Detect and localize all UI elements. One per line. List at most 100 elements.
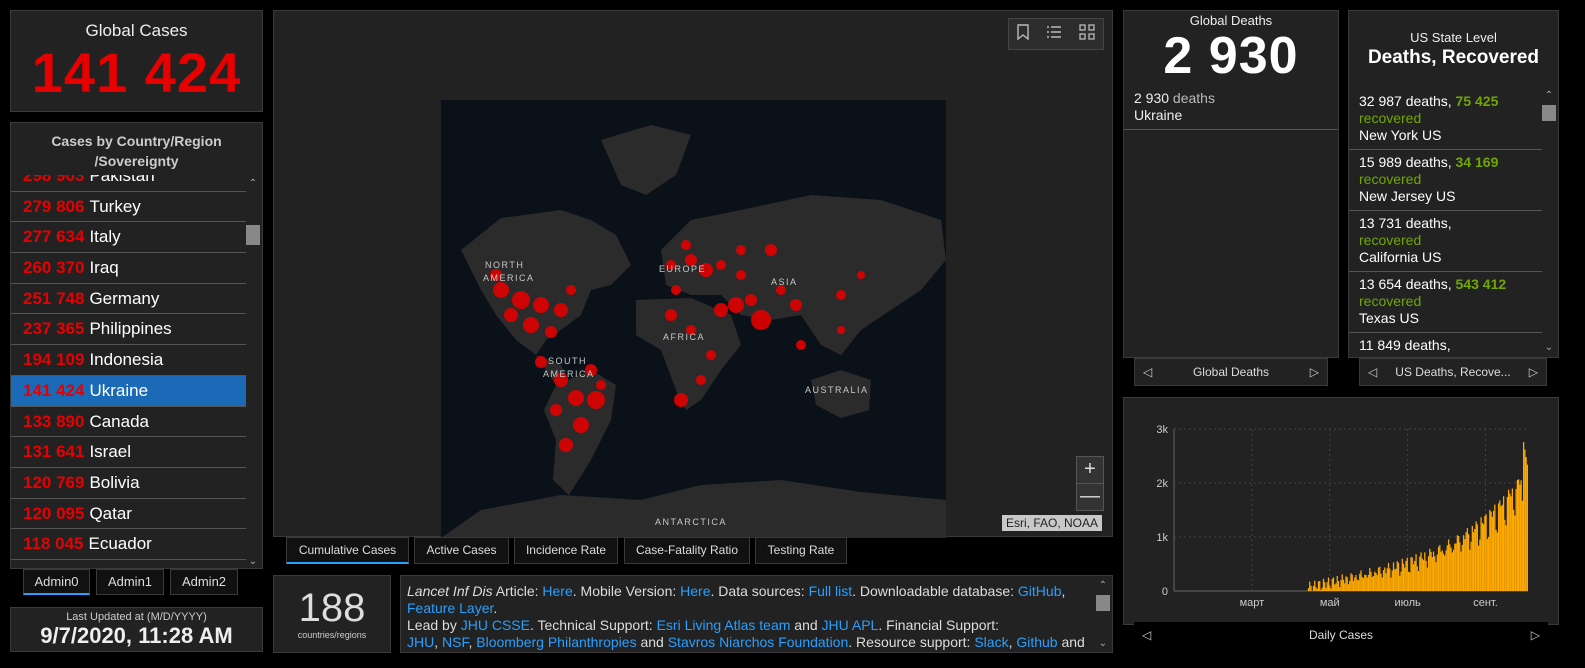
link-bloomberg[interactable]: Bloomberg Philanthropies	[476, 634, 636, 650]
us-recovered-label: recovered	[1359, 171, 1422, 187]
tab-case-fatality-ratio[interactable]: Case-Fatality Ratio	[624, 537, 750, 564]
country-row[interactable]: 131 641 Israel	[11, 437, 246, 468]
country-row[interactable]: 194 109 Indonesia	[11, 345, 246, 376]
tab-active-cases[interactable]: Active Cases	[414, 537, 509, 564]
bookmark-icon[interactable]	[1017, 24, 1030, 44]
us-state-scrollbar[interactable]: ⌃ ⌄	[1542, 89, 1556, 355]
zoom-in-button[interactable]: +	[1076, 456, 1104, 484]
chart-bar	[1447, 539, 1450, 591]
chart-bar	[1449, 544, 1451, 591]
link-full-list[interactable]: Full list	[809, 583, 853, 599]
chart-bar	[1472, 532, 1475, 591]
tab-admin2[interactable]: Admin2	[170, 569, 238, 595]
link-jhu[interactable]: JHU	[407, 634, 434, 650]
info-text-part: . Data sources:	[710, 583, 809, 599]
map-label: AMERICA	[543, 369, 595, 379]
chart-bar	[1325, 587, 1327, 591]
world-map[interactable]: NORTH AMERICA EUROPE ASIA AFRICA SOUTH A…	[441, 100, 946, 538]
country-row[interactable]: 298 903 Pakistan	[11, 175, 246, 192]
link-stavros-niarchos[interactable]: Stavros Niarchos Foundation	[668, 634, 849, 650]
chart-bar	[1466, 528, 1468, 591]
us-state-row[interactable]: 15 989 deaths, 34 169 recovered New Jersey…	[1349, 150, 1542, 211]
chart-bar	[1366, 577, 1368, 591]
link-nsf[interactable]: NSF	[442, 634, 468, 650]
scroll-up-icon[interactable]: ⌃	[246, 177, 260, 191]
link-mobile[interactable]: Here	[680, 583, 710, 599]
scroll-down-icon[interactable]: ⌄	[246, 555, 260, 569]
chart-bar	[1341, 574, 1343, 591]
scroll-thumb[interactable]	[1542, 105, 1556, 121]
link-github[interactable]: GitHub	[1018, 583, 1062, 599]
tab-admin0[interactable]: Admin0	[23, 569, 90, 595]
info-scrollbar[interactable]: ⌃ ⌄	[1096, 579, 1110, 651]
us-state-row[interactable]: 32 987 deaths, 75 425 recovered New York U…	[1349, 89, 1542, 150]
scroll-up-icon[interactable]: ⌃	[1096, 579, 1110, 593]
next-arrow-icon[interactable]: ▷	[1531, 622, 1540, 648]
chart-bar	[1369, 568, 1371, 591]
chart-bar	[1397, 562, 1400, 591]
link-esri-living-atlas[interactable]: Esri Living Atlas team	[657, 617, 791, 633]
country-row[interactable]: 237 365 Philippines	[11, 314, 246, 346]
country-row[interactable]: 260 370 Iraq	[11, 253, 246, 284]
us-deaths: 15 989 deaths,	[1359, 154, 1456, 170]
us-recovered-label: recovered	[1359, 232, 1422, 248]
chart-bar	[1314, 580, 1316, 591]
us-state-row[interactable]: 13 731 deaths, recovered California US	[1349, 211, 1542, 272]
next-arrow-icon[interactable]: ▷	[1310, 359, 1319, 385]
country-list-scrollbar[interactable]: ⌃ ⌄	[246, 177, 260, 569]
legend-list-icon[interactable]	[1046, 24, 1062, 44]
prev-arrow-icon[interactable]: ◁	[1142, 622, 1151, 648]
tab-testing-rate[interactable]: Testing Rate	[755, 537, 847, 564]
chart-bar	[1345, 576, 1347, 591]
country-row[interactable]: 279 806 Turkey	[11, 192, 246, 223]
chart-bar	[1396, 561, 1398, 591]
chart-bar	[1407, 571, 1410, 591]
basemap-gallery-icon[interactable]	[1078, 24, 1095, 44]
scroll-thumb[interactable]	[1096, 595, 1110, 611]
link-feature-layer[interactable]: Feature Layer	[407, 600, 493, 616]
tab-admin1[interactable]: Admin1	[96, 569, 164, 595]
scroll-up-icon[interactable]: ⌃	[1542, 89, 1556, 103]
country-row[interactable]: 133 890 Canada	[11, 407, 246, 438]
daily-cases-chart-panel: 0 1k 2k 3k март май июль сент.	[1123, 397, 1559, 625]
link-article[interactable]: Here	[542, 583, 572, 599]
link-jhu-apl[interactable]: JHU APL	[822, 617, 879, 633]
scroll-thumb[interactable]	[246, 225, 260, 245]
country-row[interactable]: 251 748 Germany	[11, 284, 246, 315]
global-deaths-title: Global Deaths	[1189, 13, 1273, 28]
chart-bar	[1350, 573, 1352, 591]
tab-incidence-rate[interactable]: Incidence Rate	[514, 537, 618, 564]
chart-bar	[1440, 551, 1442, 591]
tab-cumulative-cases[interactable]: Cumulative Cases	[286, 537, 409, 564]
chart-bar	[1371, 576, 1373, 591]
country-row[interactable]: 277 634 Italy	[11, 222, 246, 254]
zoom-out-button[interactable]: —	[1076, 483, 1104, 511]
scroll-down-icon[interactable]: ⌄	[1542, 341, 1556, 355]
link-github-2[interactable]: Github	[1016, 634, 1057, 650]
country-row[interactable]: 118 045 Ecuador	[11, 529, 246, 560]
map-toolbar	[1008, 18, 1104, 50]
link-jhu-csse[interactable]: JHU CSSE	[461, 617, 530, 633]
country-row[interactable]: 120 095 Qatar	[11, 499, 246, 530]
country-name: Ecuador	[88, 534, 152, 554]
link-slack[interactable]: Slack	[974, 634, 1008, 650]
chart-bar	[1460, 551, 1462, 591]
chart-bar	[1492, 510, 1495, 591]
us-state-row[interactable]: 13 654 deaths, 543 412 recovered Texas US	[1349, 272, 1542, 333]
prev-arrow-icon[interactable]: ◁	[1368, 359, 1377, 385]
prev-arrow-icon[interactable]: ◁	[1143, 359, 1152, 385]
chart-bar	[1375, 572, 1377, 591]
map-panel[interactable]: NORTH AMERICA EUROPE ASIA AFRICA SOUTH A…	[273, 10, 1113, 538]
chart-bar	[1400, 571, 1402, 591]
chart-bar	[1415, 554, 1417, 591]
next-arrow-icon[interactable]: ▷	[1529, 359, 1538, 385]
global-deaths-pager-label: Global Deaths	[1192, 365, 1270, 379]
us-state-row[interactable]: 11 849 deaths, recoveredFlorida US	[1349, 333, 1542, 357]
chart-bar	[1501, 504, 1503, 591]
country-row[interactable]: 120 769 Bolivia	[11, 468, 246, 499]
country-row[interactable]: 141 424 Ukraine	[11, 375, 246, 407]
chart-bar	[1507, 489, 1510, 591]
divider	[1124, 129, 1338, 130]
countries-count-panel: 188 countries/regions	[273, 575, 391, 653]
scroll-down-icon[interactable]: ⌄	[1096, 637, 1110, 651]
